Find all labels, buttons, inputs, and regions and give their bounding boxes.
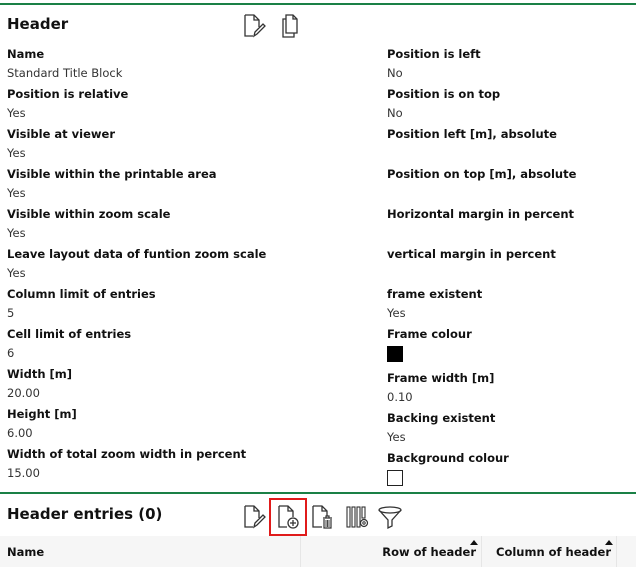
field-value: Yes [7, 106, 26, 120]
field-leave-layout-data: Leave layout data of funtion zoom scale … [7, 247, 266, 280]
field-value: 6.00 [7, 426, 33, 440]
field-label: Position is left [387, 47, 481, 61]
field-horizontal-margin: Horizontal margin in percent [387, 207, 574, 226]
edit-header-button[interactable] [239, 11, 269, 41]
sort-ascending-icon [470, 540, 478, 545]
field-value: No [387, 66, 403, 80]
field-value: 5 [7, 306, 15, 320]
field-value: Yes [7, 266, 26, 280]
field-backing-existent: Backing existent Yes [387, 411, 495, 444]
field-label: Background colour [387, 451, 509, 465]
document-edit-icon [244, 14, 266, 38]
header-toolbar [239, 11, 305, 41]
field-label: Position left [m], absolute [387, 127, 557, 141]
field-value: Yes [7, 186, 26, 200]
field-label: Height [m] [7, 407, 77, 421]
copy-header-button[interactable] [275, 11, 305, 41]
field-label: Visible within the printable area [7, 167, 217, 181]
field-label: Leave layout data of funtion zoom scale [7, 247, 267, 261]
field-position-left-absolute: Position left [m], absolute [387, 127, 557, 146]
field-vertical-margin: vertical margin in percent [387, 247, 556, 266]
field-background-colour: Background colour [387, 451, 509, 486]
edit-entry-button[interactable] [239, 502, 269, 532]
field-frame-width: Frame width [m] 0.10 [387, 371, 494, 404]
column-header-row[interactable]: Row of header [300, 536, 476, 567]
field-label: Visible at viewer [7, 127, 115, 141]
field-value: No [387, 106, 403, 120]
column-header-label: Name [7, 544, 45, 559]
sort-ascending-icon [605, 540, 613, 545]
field-position-on-top: Position is on top No [387, 87, 500, 120]
field-label: Visible within zoom scale [7, 207, 171, 221]
field-label: Name [7, 47, 45, 61]
field-label: Backing existent [387, 411, 496, 425]
entries-table-header: Name Row of header Column of header [0, 536, 636, 567]
document-edit-icon [244, 505, 266, 529]
field-label: frame existent [387, 287, 483, 301]
field-position-relative: Position is relative Yes [7, 87, 128, 120]
field-label: Position on top [m], absolute [387, 167, 577, 181]
field-label: Width of total zoom width in percent [7, 447, 247, 461]
entries-toolbar [239, 498, 405, 536]
column-divider [616, 536, 617, 567]
field-visible-at-viewer: Visible at viewer Yes [7, 127, 115, 160]
field-column-limit: Column limit of entries 5 [7, 287, 156, 320]
field-label: Position is relative [7, 87, 129, 101]
section-divider-top [0, 3, 636, 5]
field-position-left: Position is left No [387, 47, 481, 80]
entries-section-title: Header entries (0) [7, 505, 163, 523]
columns-settings-icon [346, 506, 369, 528]
field-name: Name Standard Title Block [7, 47, 122, 80]
field-frame-existent: frame existent Yes [387, 287, 482, 320]
field-label: Frame colour [387, 327, 472, 341]
column-header-label: Row of header [382, 544, 476, 559]
field-value: 15.00 [7, 466, 40, 480]
filter-icon [378, 506, 402, 530]
document-add-icon [278, 505, 299, 529]
field-zoom-width-percent: Width of total zoom width in percent 15.… [7, 447, 246, 480]
add-entry-button[interactable] [269, 498, 307, 536]
field-height: Height [m] 6.00 [7, 407, 77, 440]
column-header-label: Column of header [496, 544, 611, 559]
field-visible-zoom-scale: Visible within zoom scale Yes [7, 207, 170, 240]
document-copy-icon [282, 14, 298, 38]
frame-colour-swatch [387, 346, 403, 362]
header-section-title: Header [7, 15, 69, 33]
field-value: Yes [387, 430, 406, 444]
delete-entry-button[interactable] [307, 502, 337, 532]
field-label: Position is on top [387, 87, 501, 101]
document-delete-icon [312, 505, 332, 529]
field-width: Width [m] 20.00 [7, 367, 72, 400]
field-label: Column limit of entries [7, 287, 156, 301]
field-value: 6 [7, 346, 15, 360]
field-value: 20.00 [7, 386, 40, 400]
column-settings-button[interactable] [343, 502, 373, 532]
field-label: Horizontal margin in percent [387, 207, 575, 221]
field-position-top-absolute: Position on top [m], absolute [387, 167, 576, 186]
field-value: Yes [7, 146, 26, 160]
field-cell-limit: Cell limit of entries 6 [7, 327, 131, 360]
field-label: vertical margin in percent [387, 247, 556, 261]
field-label: Frame width [m] [387, 371, 495, 385]
field-visible-printable-area: Visible within the printable area Yes [7, 167, 217, 200]
field-label: Width [m] [7, 367, 73, 381]
filter-button[interactable] [375, 502, 405, 532]
background-colour-swatch [387, 470, 403, 486]
field-value: Yes [7, 226, 26, 240]
field-value: 0.10 [387, 390, 413, 404]
field-frame-colour: Frame colour [387, 327, 472, 362]
field-value: Yes [387, 306, 406, 320]
field-value: Standard Title Block [7, 66, 123, 80]
section-divider-entries [0, 492, 636, 494]
field-label: Cell limit of entries [7, 327, 132, 341]
column-header-name[interactable]: Name [7, 536, 297, 567]
column-header-column[interactable]: Column of header [481, 536, 611, 567]
